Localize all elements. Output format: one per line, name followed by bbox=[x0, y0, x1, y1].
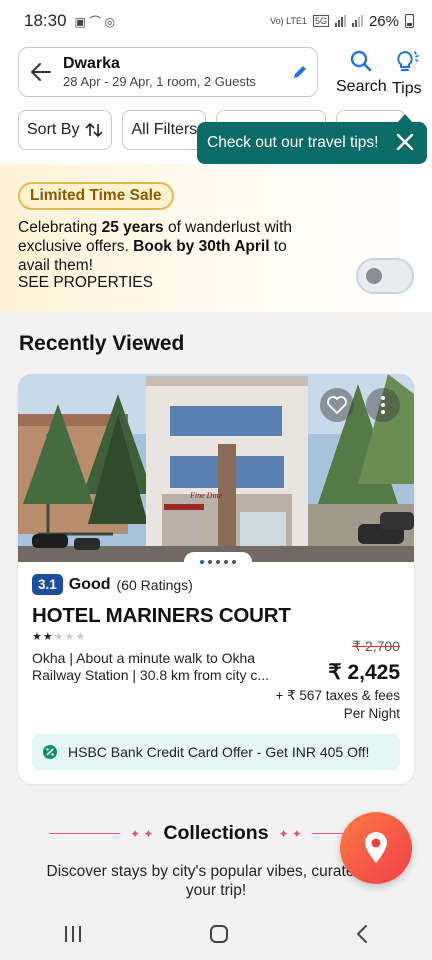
signal-icon-2 bbox=[351, 15, 363, 27]
more-options-button[interactable] bbox=[366, 388, 400, 422]
bank-offer-text: HSBC Bank Credit Card Offer - Get INR 40… bbox=[68, 744, 370, 760]
sale-text-part: Celebrating bbox=[18, 219, 102, 236]
sale-toggle[interactable] bbox=[356, 258, 414, 294]
volte-label: Vo) LTE1 bbox=[270, 15, 307, 26]
discounted-price: ₹ 2,425 bbox=[328, 661, 400, 684]
carousel-indicator bbox=[184, 552, 252, 572]
signal-icon bbox=[334, 15, 346, 27]
rating-label: Good bbox=[68, 575, 111, 593]
rating-badge: 3.1 bbox=[32, 574, 63, 595]
rating-row: 3.1 Good (60 Ratings) bbox=[32, 574, 193, 595]
sort-icon bbox=[85, 123, 104, 137]
sale-description: Celebrating 25 years of wanderlust with … bbox=[18, 218, 318, 275]
system-nav-bar bbox=[0, 908, 432, 960]
recent-apps-icon[interactable] bbox=[63, 925, 83, 943]
hotel-card[interactable]: Fine Dine 3.1 Good (60 Ratings) HOTEL MA… bbox=[18, 374, 414, 784]
sale-highlight-date: Book by 30th April bbox=[133, 238, 270, 255]
all-filters-button[interactable]: All Filters bbox=[122, 110, 207, 150]
sale-badge: Limited Time Sale bbox=[18, 182, 174, 210]
destination-city: Dwarka bbox=[63, 55, 120, 72]
favorite-button[interactable] bbox=[320, 388, 354, 422]
search-button[interactable]: Search bbox=[336, 50, 387, 96]
hotel-photo[interactable]: Fine Dine bbox=[18, 374, 414, 562]
bank-offer[interactable]: HSBC Bank Credit Card Offer - Get INR 40… bbox=[32, 734, 400, 770]
search-icon bbox=[351, 50, 372, 72]
back-arrow-icon[interactable] bbox=[19, 63, 63, 81]
search-summary[interactable]: Dwarka 28 Apr - 29 Apr, 1 room, 2 Guests bbox=[18, 47, 318, 97]
collections-title: Collections bbox=[163, 822, 269, 844]
original-price: ₹ 2,700 bbox=[352, 638, 400, 654]
discount-icon bbox=[43, 745, 57, 759]
tips-label: Tips bbox=[392, 80, 422, 97]
home-icon[interactable] bbox=[209, 924, 229, 944]
see-properties-link[interactable]: SEE PROPERTIES bbox=[18, 274, 153, 292]
sort-by-button[interactable]: Sort By bbox=[18, 110, 113, 150]
back-icon[interactable] bbox=[355, 924, 369, 944]
star-rating: ★★★★★ bbox=[32, 631, 87, 643]
tips-button[interactable]: Tips bbox=[392, 50, 422, 98]
more-vertical-icon bbox=[381, 396, 385, 414]
battery-icon bbox=[405, 14, 414, 28]
sort-by-label: Sort By bbox=[27, 121, 80, 138]
network-label: Vo) LTE1 bbox=[270, 15, 307, 26]
all-filters-label: All Filters bbox=[131, 121, 198, 138]
per-night-label: Per Night bbox=[343, 706, 400, 721]
sale-banner: Limited Time Sale Celebrating 25 years o… bbox=[0, 164, 432, 312]
photo-sign-text: Fine Dine bbox=[189, 491, 223, 500]
sparkle-icon: ✦ ✦ bbox=[278, 826, 302, 841]
tooltip-text: Check out our travel tips! bbox=[207, 134, 379, 151]
divider bbox=[49, 833, 120, 834]
sparkle-icon: ✦ ✦ bbox=[129, 826, 154, 841]
status-time: 18:30 bbox=[24, 11, 67, 30]
status-bar: 18:30 ▣ ⌒ ◎ Vo) LTE1 5G 26% bbox=[0, 0, 432, 42]
net-type: 5G bbox=[312, 15, 329, 27]
section-title: Recently Viewed bbox=[19, 332, 185, 355]
battery-level: 26% bbox=[368, 12, 399, 30]
pencil-icon[interactable] bbox=[283, 64, 317, 80]
map-view-button[interactable] bbox=[340, 812, 412, 884]
notification-icons: ▣ ⌒ ◎ bbox=[74, 14, 116, 29]
sale-highlight-years: 25 years bbox=[101, 219, 164, 236]
stay-details: 28 Apr - 29 Apr, 1 room, 2 Guests bbox=[63, 74, 256, 89]
heart-icon bbox=[327, 396, 347, 414]
search-summary-text: Dwarka 28 Apr - 29 Apr, 1 room, 2 Guests bbox=[63, 54, 283, 90]
hotel-name: HOTEL MARINERS COURT bbox=[32, 604, 291, 627]
close-icon[interactable] bbox=[395, 132, 415, 152]
location-pin-icon bbox=[365, 832, 387, 863]
search-label: Search bbox=[336, 78, 387, 95]
rating-count: (60 Ratings) bbox=[116, 576, 193, 593]
taxes-fees: + ₹ 567 taxes & fees bbox=[275, 688, 400, 703]
hotel-location: Okha | About a minute walk to Okha Railw… bbox=[32, 650, 270, 683]
lightbulb-icon bbox=[397, 50, 419, 71]
travel-tips-tooltip: Check out our travel tips! bbox=[197, 114, 427, 164]
